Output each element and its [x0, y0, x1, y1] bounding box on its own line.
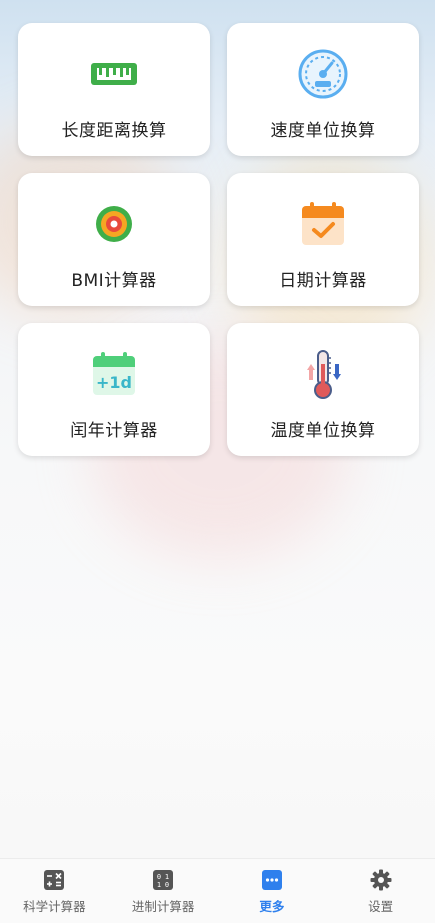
date-calculator-card[interactable]: 日期计算器: [227, 173, 419, 306]
calendar-check-icon: [297, 198, 349, 250]
speedometer-icon: [297, 48, 349, 100]
calculator-icon: [43, 869, 65, 891]
svg-text:0: 0: [165, 881, 169, 889]
temperature-converter-card[interactable]: 温度单位换算: [227, 323, 419, 456]
feature-grid: 长度距离换算 速度单位换算 BMI计算器 日期计算器 +1d 闰年计算器 温度单…: [18, 23, 419, 456]
tab-label: 更多: [259, 899, 285, 914]
length-converter-card[interactable]: 长度距离换算: [18, 23, 210, 156]
calendar-badge-text: +1d: [96, 373, 132, 392]
tab-base-calculator[interactable]: 0 1 1 0 进制计算器: [109, 859, 218, 923]
speed-converter-card[interactable]: 速度单位换算: [227, 23, 419, 156]
card-label: 闰年计算器: [70, 421, 158, 441]
ruler-icon: [88, 48, 140, 100]
card-label: 速度单位换算: [270, 121, 376, 141]
leap-year-calculator-card[interactable]: +1d 闰年计算器: [18, 323, 210, 456]
target-icon: [88, 198, 140, 250]
svg-text:1: 1: [157, 881, 161, 889]
tab-label: 设置: [368, 899, 394, 914]
card-label: 长度距离换算: [61, 121, 167, 141]
bottom-tab-bar: 科学计算器 0 1 1 0 进制计算器 更多 设置: [0, 858, 435, 923]
tab-settings[interactable]: 设置: [326, 859, 435, 923]
svg-text:0: 0: [157, 873, 161, 881]
tab-label: 科学计算器: [23, 899, 86, 914]
card-label: BMI计算器: [71, 271, 157, 291]
more-icon: [261, 869, 283, 891]
thermometer-icon: [297, 348, 349, 400]
tab-label: 进制计算器: [131, 899, 195, 914]
binary-icon: 0 1 1 0: [152, 869, 174, 891]
card-label: 温度单位换算: [270, 421, 376, 441]
card-label: 日期计算器: [279, 271, 367, 291]
bmi-calculator-card[interactable]: BMI计算器: [18, 173, 210, 306]
tab-scientific-calculator[interactable]: 科学计算器: [0, 859, 109, 923]
calendar-plus-1d-icon: +1d: [88, 348, 140, 400]
tab-more[interactable]: 更多: [218, 859, 327, 923]
gear-icon: [370, 869, 392, 891]
svg-text:1: 1: [165, 873, 169, 881]
